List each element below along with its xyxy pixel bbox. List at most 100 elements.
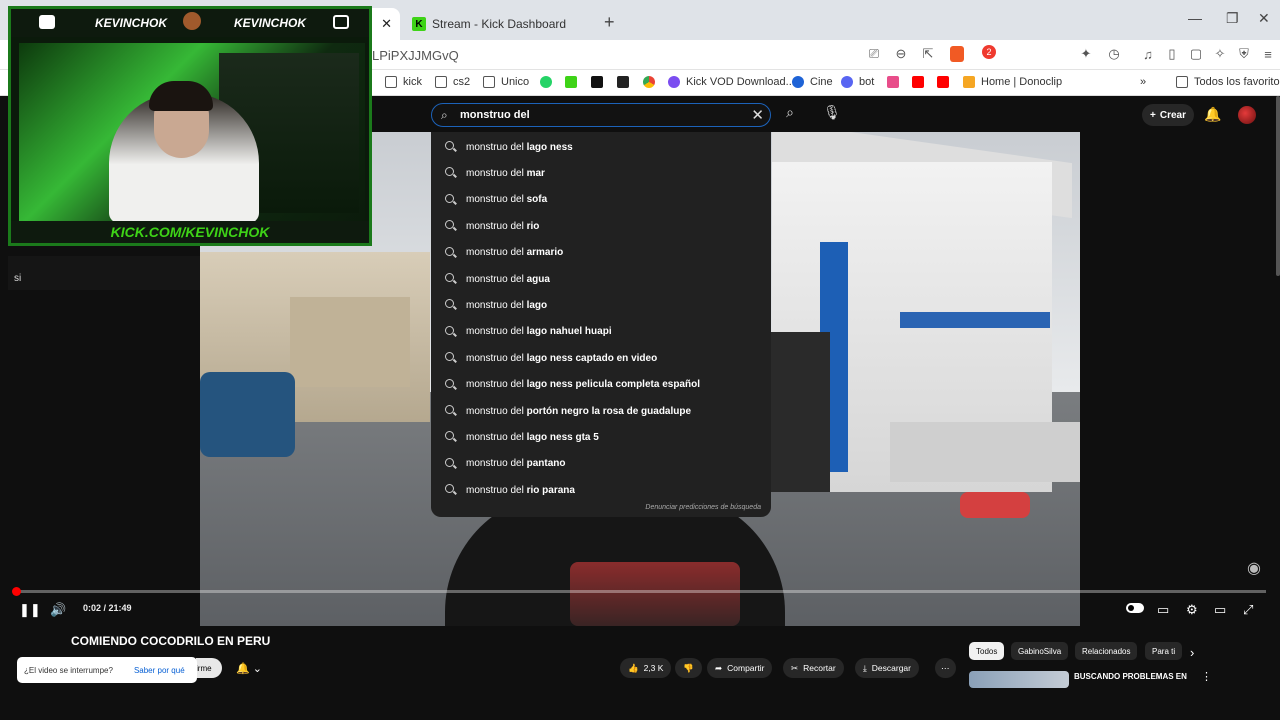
minimize-icon[interactable]: —: [1188, 10, 1202, 26]
fullscreen-icon[interactable]: ⤢: [1243, 602, 1253, 618]
bookmark-bot[interactable]: bot: [841, 76, 874, 88]
bookmark-capcut[interactable]: [617, 76, 635, 88]
vpn-icon[interactable]: ⛨: [1236, 46, 1252, 62]
like-button[interactable]: 👍 2,3 K: [620, 658, 672, 678]
restore-icon[interactable]: ❐: [1226, 10, 1239, 27]
suggestion-item[interactable]: monstruo del rio: [445, 213, 539, 239]
bookmark-kick[interactable]: kick: [385, 76, 422, 88]
suggestion-item[interactable]: monstruo del lago ness pelicula completa…: [445, 372, 700, 398]
chip-gabinosilva[interactable]: GabinoSilva: [1011, 642, 1069, 660]
wallet-icon[interactable]: ▢: [1188, 46, 1204, 62]
suggestion-prefix: monstruo del: [466, 484, 524, 496]
download-button[interactable]: ⤓ Descargar: [855, 658, 919, 678]
chip-todos[interactable]: Todos: [969, 642, 1005, 660]
close-tab-icon[interactable]: ✕: [381, 16, 392, 32]
clip-button[interactable]: ✂ Recortar: [783, 658, 844, 678]
clear-search-icon[interactable]: ✕: [751, 106, 764, 124]
tab-kick-dashboard[interactable]: K Stream - Kick Dashboard: [404, 8, 600, 40]
learn-why-link[interactable]: Saber por qué: [134, 666, 185, 675]
search-icon: [445, 220, 457, 232]
search-input[interactable]: ⌕ monstruo del ✕: [431, 103, 771, 127]
share-icon[interactable]: ⇱: [920, 46, 936, 62]
leo-icon[interactable]: ✧: [1212, 46, 1228, 62]
bookmark-kick-vod[interactable]: Kick VOD Download...: [668, 76, 795, 88]
bookmark-music[interactable]: [887, 76, 905, 88]
suggestion-item[interactable]: monstruo del lago ness captado en video: [445, 345, 657, 371]
bookmark-cine[interactable]: Cine: [792, 76, 833, 88]
chips-next-icon[interactable]: ›: [1190, 645, 1194, 660]
voice-search-button[interactable]: 🎙: [822, 104, 842, 124]
suggestion-item[interactable]: monstruo del rio parana: [445, 477, 575, 503]
new-tab-icon[interactable]: +: [604, 12, 615, 33]
autoplay-toggle[interactable]: [1126, 603, 1144, 613]
bookmark-whatsapp[interactable]: [540, 76, 558, 88]
suggestion-item[interactable]: monstruo del lago nahuel huapi: [445, 319, 612, 345]
settings-gear-icon[interactable]: ⚙: [1186, 602, 1198, 618]
chip-relacionados[interactable]: Relacionados: [1075, 642, 1138, 660]
bookmarks-overflow[interactable]: »: [1140, 76, 1146, 88]
progress-bar[interactable]: [14, 590, 1266, 593]
search-icon: [445, 299, 457, 311]
suggestion-item[interactable]: monstruo del lago: [445, 292, 547, 318]
suggestion-completion: lago ness captado en video: [523, 352, 658, 364]
history-icon[interactable]: ◷: [1106, 46, 1122, 62]
bookmark-all-favorites[interactable]: Todos los favoritos: [1176, 76, 1280, 88]
bookmark-donoclip[interactable]: Home | Donoclip: [963, 76, 1062, 88]
related-more-icon[interactable]: ⋮: [1201, 670, 1212, 683]
extensions-icon[interactable]: ✦: [1078, 46, 1094, 62]
suggestion-completion: sofa: [523, 194, 548, 206]
notifications-bell-icon[interactable]: 🔔: [1204, 106, 1221, 123]
chip-para-ti[interactable]: Para ti: [1145, 642, 1183, 660]
suggestion-item[interactable]: monstruo del lago ness gta 5: [445, 424, 599, 450]
brave-rewards-badge[interactable]: 2: [982, 45, 996, 59]
menu-icon[interactable]: ≡: [1260, 46, 1276, 62]
bookmark-cs2[interactable]: cs2: [435, 76, 470, 88]
related-thumbnail[interactable]: [969, 671, 1069, 688]
share-button[interactable]: ➦ Compartir: [707, 658, 773, 678]
related-title[interactable]: BUSCANDO PROBLEMAS EN: [1074, 672, 1194, 682]
suggestion-item[interactable]: monstruo del pantano: [445, 451, 565, 477]
search-value[interactable]: monstruo del: [460, 109, 530, 121]
avatar[interactable]: [1238, 106, 1256, 124]
suggestion-completion: lago ness pelicula completa español: [523, 379, 700, 391]
sidebar-icon[interactable]: ▯: [1164, 46, 1180, 62]
create-button[interactable]: + Crear: [1142, 104, 1194, 126]
suggestion-item[interactable]: monstruo del sofa: [445, 187, 547, 213]
suggestion-item[interactable]: monstruo del agua: [445, 266, 550, 292]
bookmark-chrome[interactable]: [643, 76, 661, 88]
bookmark-unico[interactable]: Unico: [483, 76, 529, 88]
suggestion-item[interactable]: monstruo del lago ness: [445, 134, 573, 160]
zoom-icon[interactable]: ⊖: [893, 46, 909, 62]
suggestion-item[interactable]: monstruo del portón negro la rosa de gua…: [445, 398, 691, 424]
bookmark-youtube-1[interactable]: [912, 76, 930, 88]
subtitles-icon[interactable]: ▭: [1157, 602, 1169, 618]
thumbs-up-icon: 👍: [628, 662, 639, 673]
close-window-icon[interactable]: ✕: [1258, 10, 1270, 27]
bookmark-kick-icon[interactable]: [565, 76, 583, 88]
video-mototaxi: [200, 372, 295, 457]
more-actions-button[interactable]: ⋯: [935, 658, 956, 678]
theater-mode-icon[interactable]: ▭: [1214, 602, 1226, 618]
webcam-hair: [149, 81, 213, 111]
progress-scrubber[interactable]: [11, 587, 21, 596]
install-icon[interactable]: ⎚: [866, 46, 882, 62]
dislike-button[interactable]: 👎: [675, 658, 702, 678]
bookmark-youtube-2[interactable]: [937, 76, 955, 88]
brave-shields-icon[interactable]: [950, 46, 964, 62]
media-icon[interactable]: ♫: [1140, 46, 1156, 62]
page-scrollbar[interactable]: [1276, 96, 1280, 276]
suggestion-prefix: monstruo del: [466, 194, 524, 206]
webcam-feed: [19, 43, 365, 223]
search-button[interactable]: ⌕: [780, 104, 800, 124]
volume-icon[interactable]: 🔊: [50, 602, 66, 618]
subscribe-button[interactable]: irme: [196, 658, 222, 678]
suggestion-item[interactable]: monstruo del mar: [445, 160, 545, 186]
suggestion-item[interactable]: monstruo del armario: [445, 240, 563, 266]
pause-icon[interactable]: ❚❚: [19, 602, 41, 618]
report-predictions-link[interactable]: Denunciar predicciones de búsqueda: [645, 504, 761, 511]
suggestion-prefix: monstruo del: [466, 405, 524, 417]
suggestion-prefix: monstruo del: [466, 167, 524, 179]
subscription-bell-icon[interactable]: 🔔 ⌄: [236, 662, 262, 675]
url-text[interactable]: LPiPXJJMGvQ: [372, 48, 459, 63]
bookmark-tiktok[interactable]: [591, 76, 609, 88]
